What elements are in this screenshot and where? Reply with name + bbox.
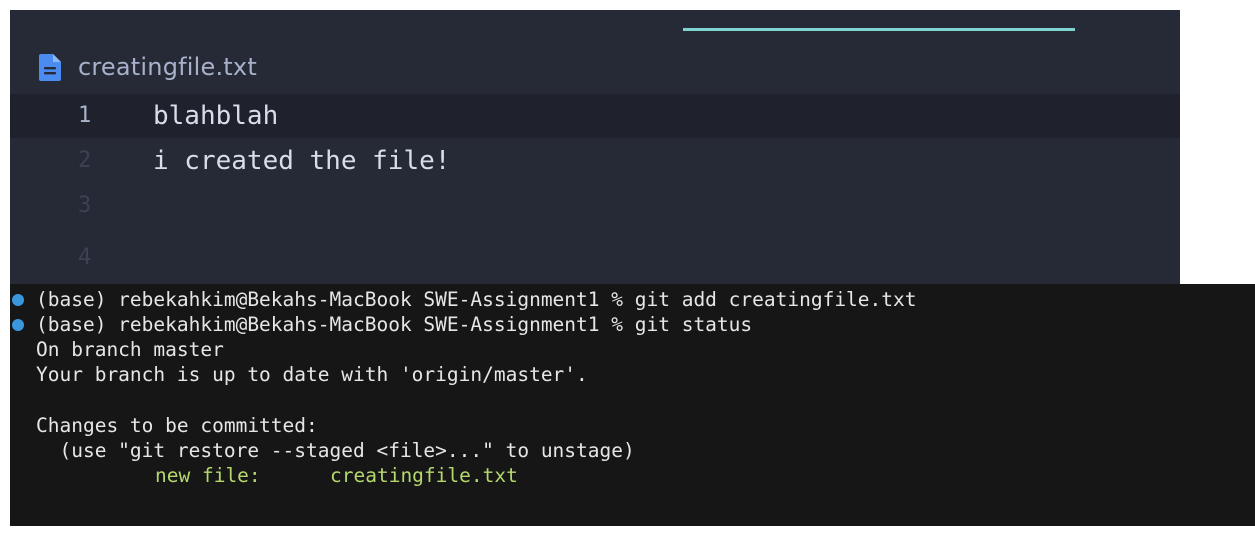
terminal-panel[interactable]: (base) rebekahkim@Bekahs-MacBook SWE-Ass… — [10, 284, 1255, 526]
prompt-status-dot-icon — [12, 319, 24, 331]
output-upstream: Your branch is up to date with 'origin/m… — [36, 363, 588, 386]
code-line-2[interactable]: 2 i created the file! — [10, 139, 1180, 183]
file-icon — [39, 53, 61, 81]
line-number: 2 — [78, 148, 92, 173]
line-number: 1 — [78, 103, 92, 128]
tab-label: creatingfile.txt — [78, 53, 257, 81]
editor-panel: creatingfile.txt 1 blahblah 2 i created … — [10, 10, 1180, 284]
terminal-output-line: On branch master — [10, 338, 1255, 362]
new-file-label: new file: — [155, 464, 261, 487]
code-line-3[interactable]: 3 — [10, 184, 1180, 228]
command-text: (base) rebekahkim@Bekahs-MacBook SWE-Ass… — [36, 288, 917, 311]
terminal-command-line: (base) rebekahkim@Bekahs-MacBook SWE-Ass… — [10, 313, 1255, 337]
code-line-4[interactable]: 4 — [10, 236, 1180, 280]
output-hint: (use "git restore --staged <file>..." to… — [36, 439, 635, 462]
line-text: i created the file! — [153, 146, 451, 176]
new-file-name: creatingfile.txt — [330, 464, 518, 487]
terminal-output-line: Changes to be committed: — [10, 414, 1255, 438]
terminal-command-line: (base) rebekahkim@Bekahs-MacBook SWE-Ass… — [10, 288, 1255, 312]
bottom-margin — [0, 526, 1255, 533]
line-number: 3 — [78, 193, 92, 218]
code-line-1[interactable]: 1 blahblah — [10, 94, 1180, 138]
command-text: (base) rebekahkim@Bekahs-MacBook SWE-Ass… — [36, 313, 753, 336]
editor-accent-bar — [683, 28, 1075, 31]
output-changes-header: Changes to be committed: — [36, 414, 318, 437]
terminal-output-line: new file: creatingfile.txt — [10, 464, 1255, 488]
prompt-status-dot-icon — [12, 294, 24, 306]
editor-tab[interactable]: creatingfile.txt — [39, 52, 257, 82]
output-branch: On branch master — [36, 338, 224, 361]
terminal-output-line: (use "git restore --staged <file>..." to… — [10, 439, 1255, 463]
terminal-output-line: Your branch is up to date with 'origin/m… — [10, 363, 1255, 387]
line-text: blahblah — [153, 101, 279, 131]
line-number: 4 — [78, 245, 92, 270]
